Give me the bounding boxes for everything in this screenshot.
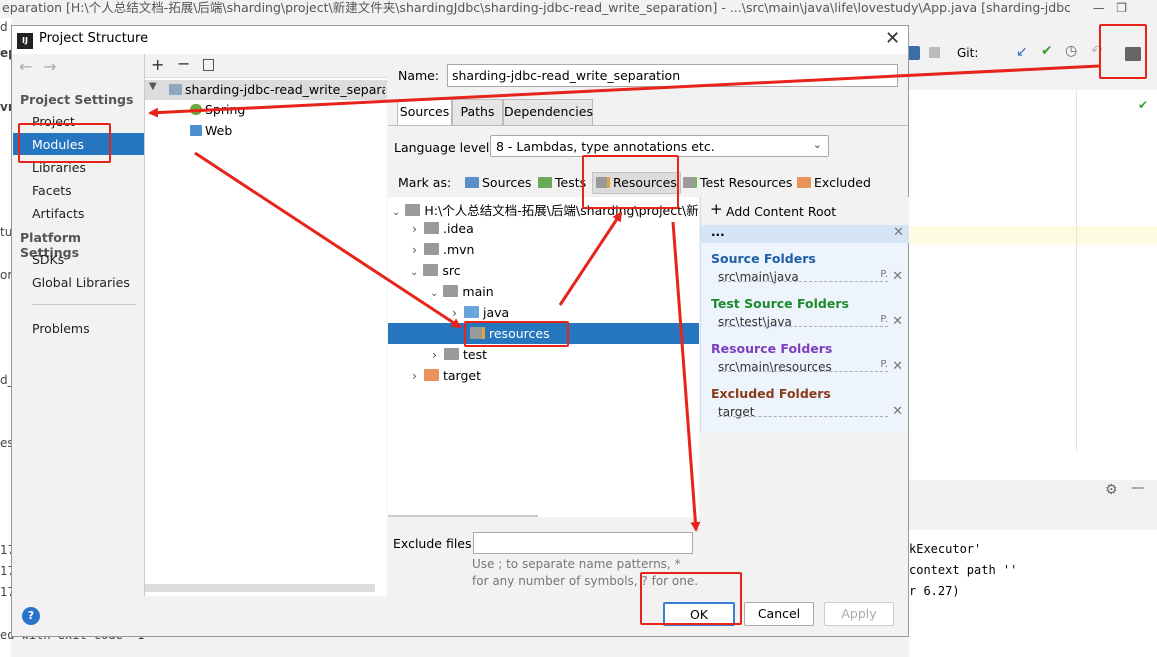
arrow-to-resources <box>194 151 462 329</box>
arrow-to-modules <box>148 64 1100 118</box>
arrow-to-ok <box>671 221 701 532</box>
annotation-arrows <box>148 64 1100 532</box>
arrow-to-mark-resources <box>558 211 623 306</box>
